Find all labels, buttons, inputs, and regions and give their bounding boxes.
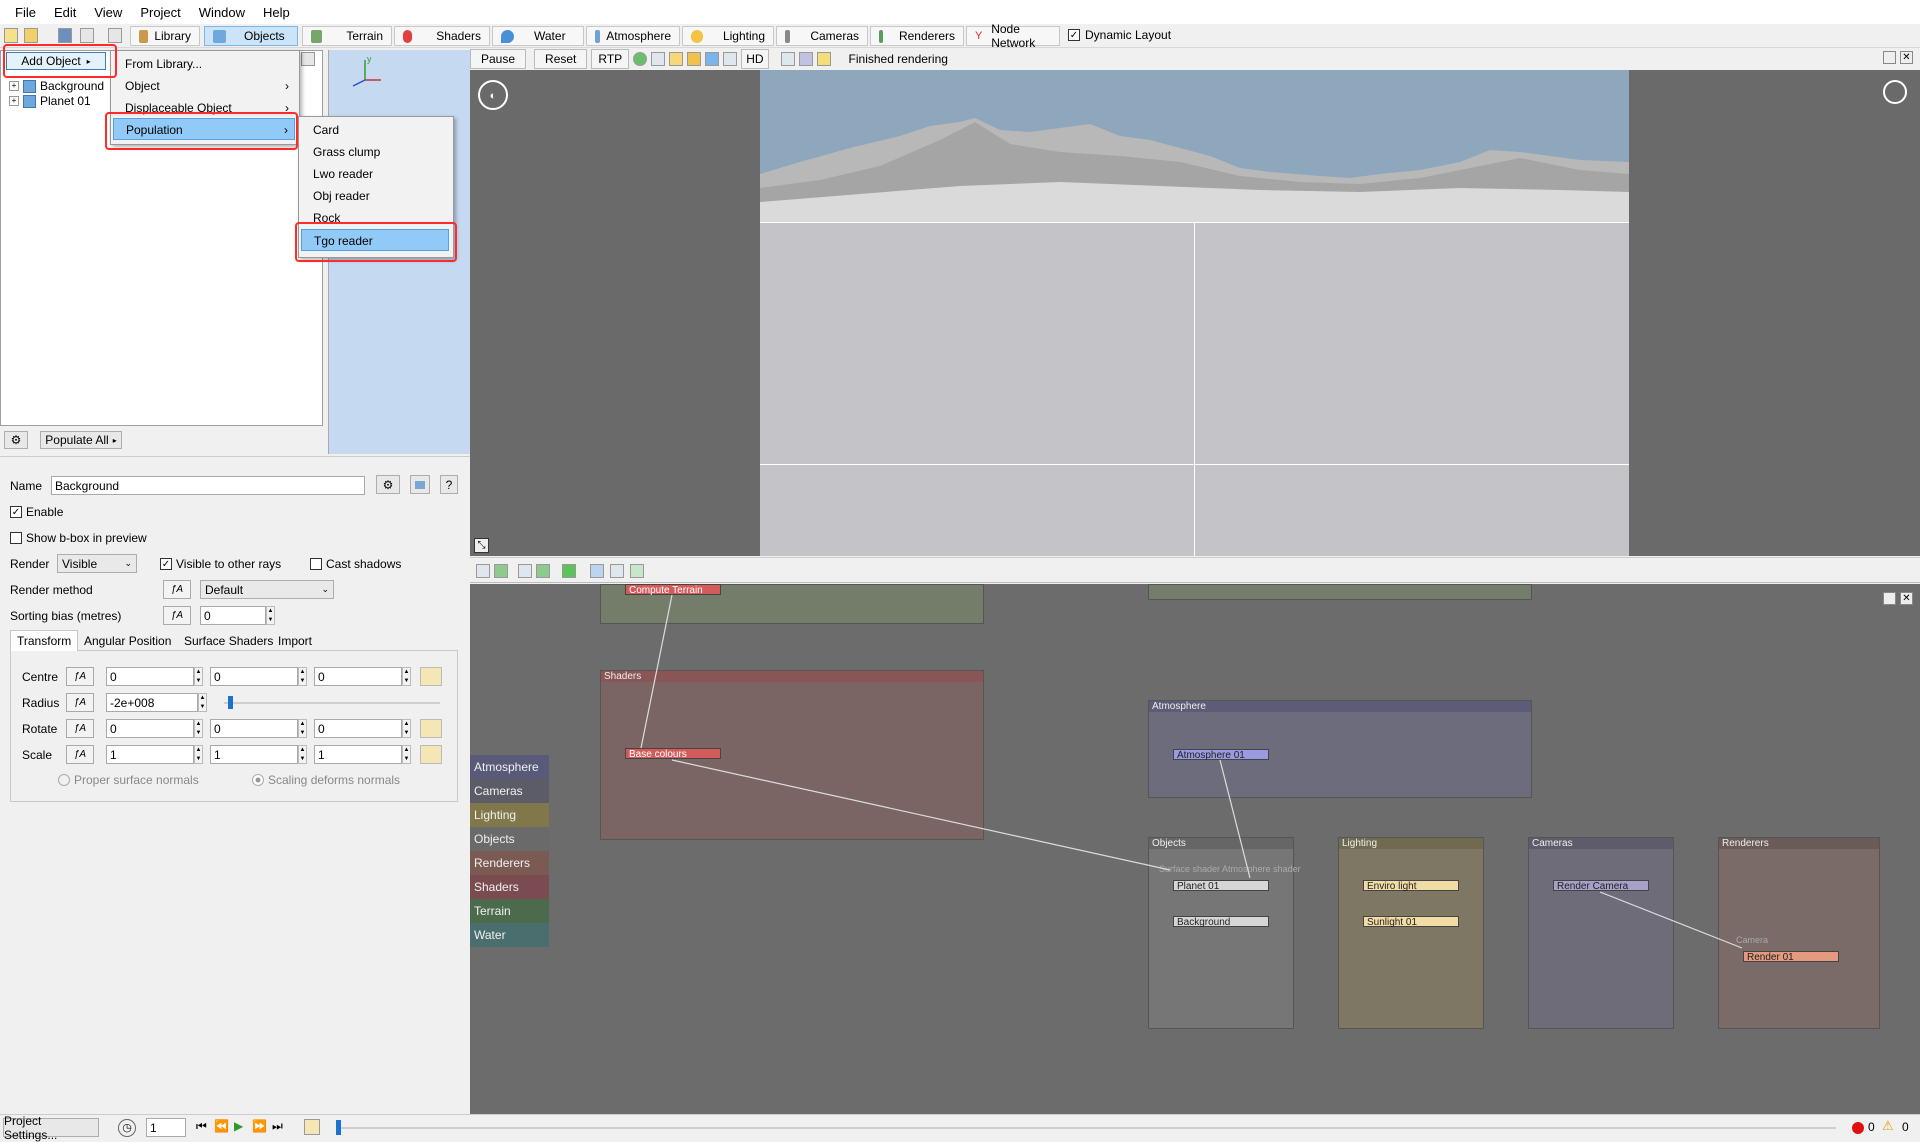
highlight-population — [105, 112, 298, 150]
next-frame-icon[interactable]: ⏩ — [252, 1119, 267, 1133]
status-bar: Project Settings... ◷ 1 ⏮ ⏪ ▶ ⏩ ⏭ 0 ⚠ 0 — [0, 1114, 1920, 1142]
menu-item-object[interactable]: Object › — [113, 75, 295, 97]
error-count: 0 — [1868, 1120, 1875, 1134]
frame-input[interactable]: 1 — [146, 1118, 186, 1137]
connection-line — [640, 594, 673, 749]
connection-line — [1219, 759, 1251, 879]
keyframe-icon[interactable] — [304, 1119, 320, 1135]
highlight-tgo-reader — [295, 222, 457, 262]
category-atmosphere[interactable]: Atmosphere — [470, 755, 549, 779]
chevron-right-icon: › — [285, 79, 289, 93]
category-lighting[interactable]: Lighting — [470, 803, 549, 827]
menu-item-obj-reader[interactable]: Obj reader — [301, 185, 449, 207]
category-terrain[interactable]: Terrain — [470, 899, 549, 923]
last-frame-icon[interactable]: ⏭ — [272, 1119, 283, 1134]
timeline-handle[interactable] — [336, 1120, 341, 1135]
connection-line — [1599, 891, 1743, 949]
menu-item-card[interactable]: Card — [301, 119, 449, 141]
highlight-add-object — [3, 44, 117, 78]
error-icon — [1852, 1122, 1864, 1134]
warning-icon: ⚠ — [1882, 1118, 1894, 1133]
menu-item-grass-clump[interactable]: Grass clump — [301, 141, 449, 163]
category-shaders[interactable]: Shaders — [470, 875, 549, 899]
category-water[interactable]: Water — [470, 923, 549, 947]
menu-item-from-library[interactable]: From Library... — [113, 53, 295, 75]
prev-frame-icon[interactable]: ⏪ — [214, 1119, 229, 1133]
connection-line — [671, 759, 1171, 871]
first-frame-icon[interactable]: ⏮ — [196, 1119, 207, 1134]
category-renderers[interactable]: Renderers — [470, 851, 549, 875]
timeline-track[interactable] — [336, 1127, 1836, 1129]
menu-item-lwo-reader[interactable]: Lwo reader — [301, 163, 449, 185]
category-objects[interactable]: Objects — [470, 827, 549, 851]
category-cameras[interactable]: Cameras — [470, 779, 549, 803]
node-connections — [640, 594, 1743, 949]
play-icon[interactable]: ▶ — [234, 1119, 243, 1133]
project-settings-button[interactable]: Project Settings... — [3, 1114, 99, 1142]
clock-icon[interactable]: ◷ — [118, 1119, 136, 1137]
warning-count: 0 — [1902, 1120, 1909, 1134]
